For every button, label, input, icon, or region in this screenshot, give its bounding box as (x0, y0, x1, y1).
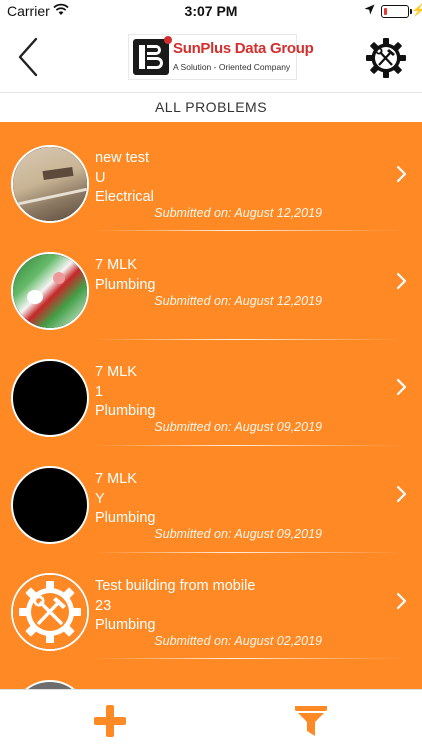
submitted-date: Submitted on: August 09,2019 (154, 527, 322, 541)
logo-tagline: A Solution - Oriented Company (173, 62, 291, 72)
problem-details: 7 MLK Plumbing (95, 256, 155, 295)
problem-title: 7 MLK (95, 471, 137, 487)
problem-thumbnail (11, 252, 89, 330)
chevron-right-icon[interactable] (396, 484, 408, 504)
location-arrow-icon (364, 4, 375, 15)
clock: 3:07 PM (184, 3, 238, 19)
submitted-date: Submitted on: August 12,2019 (154, 206, 322, 220)
problem-category: Plumbing (95, 276, 156, 293)
problem-unit: U (95, 169, 106, 186)
problem-category: Electrical (95, 189, 154, 205)
problem-details: new test U Electrical (95, 149, 154, 208)
gear-tools-icon[interactable] (366, 38, 406, 78)
logo-name: SunPlus Data Group (173, 40, 314, 57)
list-item[interactable]: 7 MLK Y Plumbing Submitted on: August 09… (0, 443, 422, 553)
chevron-right-icon[interactable] (396, 271, 408, 291)
problem-category: Plumbing (95, 617, 156, 633)
problem-details: Test building from mobile 23 Plumbing (95, 577, 255, 636)
problem-details: 7 MLK Y Plumbing (95, 470, 155, 529)
submitted-date: Submitted on: August 12,2019 (154, 294, 322, 308)
filter-button[interactable] (294, 704, 328, 738)
list-item[interactable]: Test building from mobile 23 Plumbing Su… (0, 550, 422, 659)
list-item[interactable]: new test U Electrical Submitted on: Augu… (0, 122, 422, 231)
back-chevron-icon[interactable] (14, 36, 44, 78)
problem-category: Plumbing (95, 403, 156, 419)
problem-title: Test building from mobile (95, 578, 256, 594)
gear-tools-icon (13, 575, 87, 649)
bottom-toolbar (0, 689, 422, 751)
problem-thumbnail (11, 573, 89, 651)
submitted-date: Submitted on: August 09,2019 (154, 420, 322, 434)
status-bar: Carrier 3:07 PM ⚡ (0, 0, 422, 22)
page-title: ALL PROBLEMS (0, 93, 422, 122)
problem-category: Plumbing (95, 510, 156, 526)
problem-title: 7 MLK (95, 364, 137, 380)
problem-thumbnail (11, 680, 89, 689)
charging-bolt-icon: ⚡ (411, 3, 422, 17)
add-problem-button[interactable] (93, 704, 127, 738)
list-item[interactable]: 7 MLK Plumbing Submitted on: August 12,2… (0, 229, 422, 340)
submitted-date: Submitted on: August 02,2019 (154, 634, 322, 648)
problem-unit: 23 (95, 597, 112, 614)
chevron-right-icon[interactable] (396, 377, 408, 397)
problem-details: 7 MLK 1 Plumbing (95, 363, 155, 422)
problem-thumbnail (11, 359, 89, 437)
problem-title: 7 MLK (95, 257, 137, 273)
problem-thumbnail (11, 466, 89, 544)
chevron-right-icon[interactable] (396, 591, 408, 611)
battery-icon (381, 5, 412, 18)
list-item[interactable]: 7 MLK 1 Plumbing Submitted on: August 09… (0, 336, 422, 446)
company-logo: SunPlus Data Group A Solution - Oriented… (128, 34, 314, 80)
problem-unit: Y (95, 490, 105, 507)
problem-unit: 1 (95, 383, 104, 400)
logo-mark-icon (133, 36, 172, 75)
problem-title: new test (95, 150, 149, 166)
problems-list[interactable]: new test U Electrical Submitted on: Augu… (0, 122, 422, 689)
chevron-right-icon[interactable] (396, 164, 408, 184)
list-item[interactable] (0, 657, 422, 689)
problem-thumbnail (11, 145, 89, 223)
navigation-bar: SunPlus Data Group A Solution - Oriented… (0, 22, 422, 93)
